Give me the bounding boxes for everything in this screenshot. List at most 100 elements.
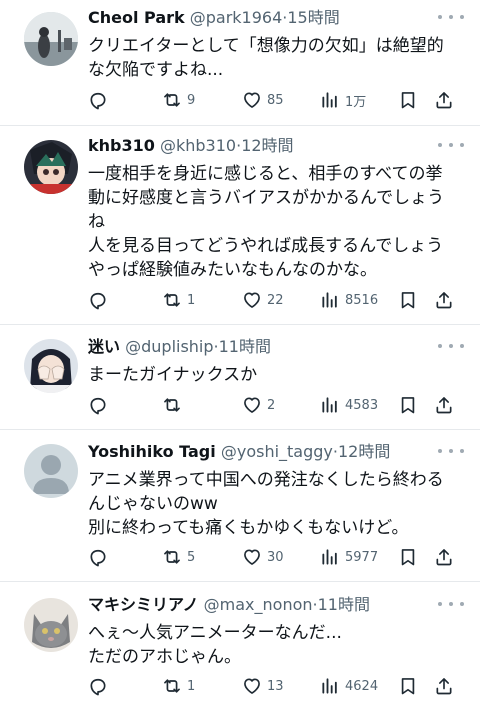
views-chart-icon bbox=[320, 90, 340, 110]
bookmark-button[interactable] bbox=[398, 545, 418, 569]
share-icon bbox=[434, 547, 454, 567]
default-person-icon bbox=[24, 444, 78, 498]
retweet-button[interactable]: 5 bbox=[162, 545, 195, 569]
like-button[interactable]: 2 bbox=[242, 393, 275, 417]
view-count: 1万 bbox=[345, 94, 367, 110]
more-options-icon[interactable] bbox=[438, 8, 464, 26]
retweet-icon bbox=[162, 547, 182, 567]
reply-button[interactable] bbox=[88, 674, 108, 698]
user-handle[interactable]: @max_nonon bbox=[204, 595, 313, 614]
action-bar: 1 22 8516 bbox=[88, 288, 460, 312]
reply-button[interactable] bbox=[88, 88, 108, 112]
tweet[interactable]: khb310 @khb310·12時間 一度相手を身近に感じると、相手のすべての… bbox=[0, 126, 480, 325]
bookmark-icon bbox=[398, 90, 418, 110]
user-handle[interactable]: @dupliship bbox=[125, 337, 213, 356]
view-count: 4624 bbox=[345, 678, 379, 694]
like-count: 2 bbox=[267, 397, 276, 413]
views-button[interactable]: 4583 bbox=[320, 393, 378, 417]
view-count: 5977 bbox=[345, 549, 379, 565]
retweet-icon bbox=[162, 395, 182, 415]
more-options-icon[interactable] bbox=[438, 442, 464, 460]
share-button[interactable] bbox=[434, 393, 454, 417]
avatar[interactable] bbox=[24, 12, 78, 66]
display-name[interactable]: Yoshihiko Tagi bbox=[88, 442, 216, 461]
bookmark-icon bbox=[398, 290, 418, 310]
share-button[interactable] bbox=[434, 88, 454, 112]
views-chart-icon bbox=[320, 395, 340, 415]
display-name[interactable]: khb310 bbox=[88, 136, 155, 155]
reply-button[interactable] bbox=[88, 545, 108, 569]
retweet-button[interactable] bbox=[162, 393, 187, 417]
avatar[interactable] bbox=[24, 339, 78, 393]
timestamp[interactable]: 11時間 bbox=[318, 595, 370, 614]
user-handle[interactable]: @park1964 bbox=[190, 8, 283, 27]
avatar[interactable] bbox=[24, 444, 78, 498]
bookmark-button[interactable] bbox=[398, 288, 418, 312]
reply-icon bbox=[88, 547, 108, 567]
bookmark-button[interactable] bbox=[398, 674, 418, 698]
retweet-button[interactable]: 1 bbox=[162, 288, 195, 312]
more-options-icon[interactable] bbox=[438, 337, 464, 355]
reply-button[interactable] bbox=[88, 288, 108, 312]
retweet-count: 1 bbox=[187, 292, 196, 308]
like-count: 85 bbox=[267, 92, 284, 108]
action-bar: 1 13 4624 bbox=[88, 674, 460, 698]
reply-button[interactable] bbox=[88, 393, 108, 417]
like-button[interactable]: 22 bbox=[242, 288, 284, 312]
retweet-button[interactable]: 1 bbox=[162, 674, 195, 698]
tweet-text: 一度相手を身近に感じると、相手のすべての挙 動に好感度と言うバイアスがかかるんで… bbox=[88, 164, 445, 280]
tweet-text: アニメ業界って中国への発注なくしたら終わる んじゃないのww 別に終わっても痛く… bbox=[88, 470, 444, 538]
views-button[interactable]: 4624 bbox=[320, 674, 378, 698]
views-button[interactable]: 8516 bbox=[320, 288, 378, 312]
tweet[interactable]: Yoshihiko Tagi @yoshi_taggy·12時間 アニメ業界って… bbox=[0, 430, 480, 582]
share-icon bbox=[434, 90, 454, 110]
views-chart-icon bbox=[320, 547, 340, 567]
display-name[interactable]: 迷い bbox=[88, 337, 120, 356]
share-button[interactable] bbox=[434, 288, 454, 312]
user-handle[interactable]: @yoshi_taggy bbox=[221, 442, 333, 461]
tweet[interactable]: Cheol Park @park1964·15時間 クリエイターとして「想像力の… bbox=[0, 0, 480, 126]
heart-icon bbox=[242, 676, 262, 696]
retweet-button[interactable]: 9 bbox=[162, 88, 195, 112]
more-options-icon[interactable] bbox=[438, 595, 464, 613]
timestamp[interactable]: 15時間 bbox=[287, 8, 339, 27]
timestamp[interactable]: 12時間 bbox=[241, 136, 293, 155]
timestamp[interactable]: 12時間 bbox=[338, 442, 390, 461]
share-icon bbox=[434, 676, 454, 696]
views-button[interactable]: 5977 bbox=[320, 545, 378, 569]
retweet-icon bbox=[162, 676, 182, 696]
like-button[interactable]: 85 bbox=[242, 88, 284, 112]
tweet-text: まーたガイナックスか bbox=[88, 365, 258, 385]
bookmark-icon bbox=[398, 676, 418, 696]
view-count: 4583 bbox=[345, 397, 379, 413]
tweet-text: へぇ～人気アニメーターなんだ... ただのアホじゃん。 bbox=[88, 623, 342, 667]
retweet-count: 1 bbox=[187, 678, 196, 694]
reply-icon bbox=[88, 676, 108, 696]
like-button[interactable]: 13 bbox=[242, 674, 284, 698]
views-button[interactable]: 1万 bbox=[320, 88, 366, 112]
retweet-icon bbox=[162, 290, 182, 310]
bookmark-button[interactable] bbox=[398, 393, 418, 417]
retweet-count: 9 bbox=[187, 92, 196, 108]
timestamp[interactable]: 11時間 bbox=[219, 337, 271, 356]
avatar[interactable] bbox=[24, 140, 78, 194]
views-chart-icon bbox=[320, 676, 340, 696]
user-handle[interactable]: @khb310 bbox=[160, 136, 236, 155]
heart-icon bbox=[242, 395, 262, 415]
display-name[interactable]: マキシミリアノ bbox=[88, 595, 199, 614]
like-button[interactable]: 30 bbox=[242, 545, 284, 569]
avatar[interactable] bbox=[24, 598, 78, 652]
bookmark-button[interactable] bbox=[398, 88, 418, 112]
tweet-text: クリエイターとして「想像力の欠如」は絶望的 な欠陥ですよね... bbox=[88, 36, 444, 80]
share-button[interactable] bbox=[434, 545, 454, 569]
action-bar: 2 4583 bbox=[88, 393, 460, 417]
tweet[interactable]: 迷い @dupliship·11時間 まーたガイナックスか 2 4583 bbox=[0, 325, 480, 430]
display-name[interactable]: Cheol Park bbox=[88, 8, 185, 27]
retweet-icon bbox=[162, 90, 182, 110]
action-bar: 9 85 1万 bbox=[88, 88, 460, 112]
like-count: 13 bbox=[267, 678, 284, 694]
retweet-count: 5 bbox=[187, 549, 196, 565]
more-options-icon[interactable] bbox=[438, 136, 464, 154]
tweet[interactable]: マキシミリアノ @max_nonon·11時間 へぇ～人気アニメーターなんだ..… bbox=[0, 582, 480, 708]
share-button[interactable] bbox=[434, 674, 454, 698]
